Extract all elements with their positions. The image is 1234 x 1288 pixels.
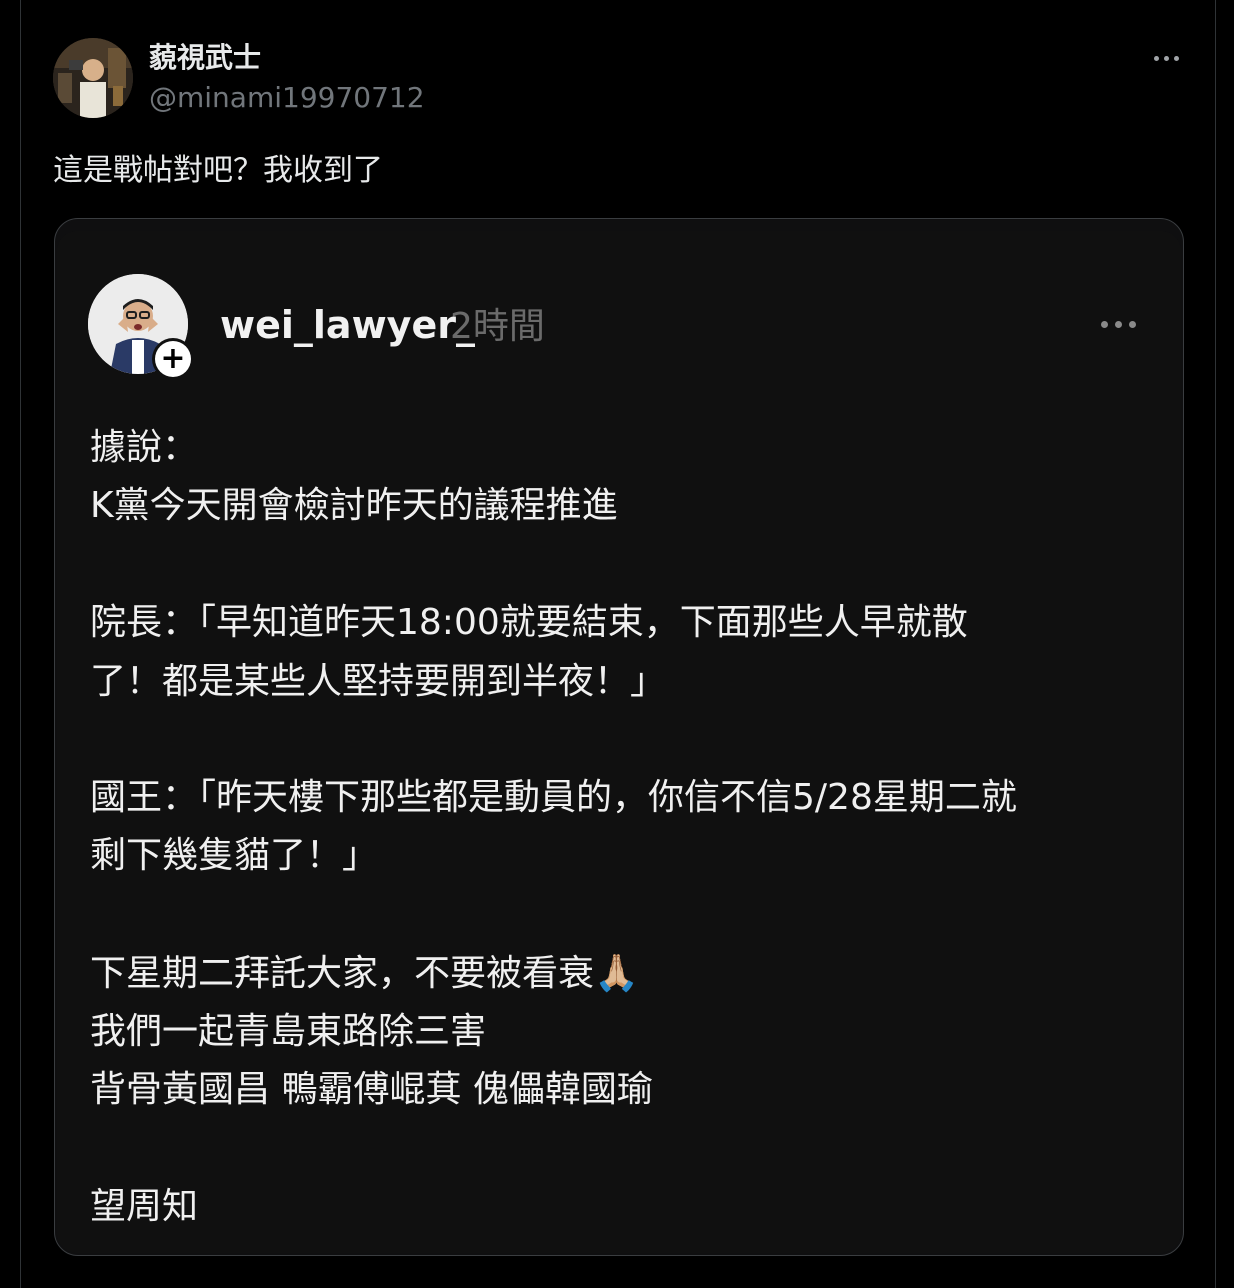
embedded-text-line: 背骨黃國昌 鴨霸傅崐萁 傀儡韓國瑜 <box>90 1069 653 1110</box>
embedded-username: wei_lawyer_ <box>220 303 475 347</box>
embedded-text-line: 據說： <box>90 427 199 468</box>
embedded-text-line: 我們一起青島東路除三害 <box>90 1011 487 1052</box>
embedded-text-line: 了！都是某些人堅持要開到半夜！」 <box>90 661 667 702</box>
embedded-timestamp: 2時間 <box>450 306 545 347</box>
embedded-text-line: 國王：「昨天樓下那些都是動員的，你信不信5/28星期二就 <box>90 777 1017 818</box>
embedded-text-line: K黨今天開會檢討昨天的議程推進 <box>90 485 618 526</box>
follow-button[interactable]: + <box>152 338 194 380</box>
more-horizontal-icon <box>1100 320 1136 328</box>
author-avatar[interactable] <box>53 38 133 118</box>
author-avatar-image <box>53 38 133 118</box>
embedded-text-line: 院長：「早知道昨天18:00就要結束，下面那些人早就散 <box>90 602 968 643</box>
embedded-text-line: 下星期二拜託大家，不要被看衰🙏🏼 <box>90 953 639 994</box>
author-handle[interactable]: @minami19970712 <box>149 80 425 116</box>
embedded-text-line: 望周知 <box>90 1186 199 1227</box>
embedded-text-line: 剩下幾隻貓了！」 <box>90 835 379 876</box>
more-horizontal-icon <box>1153 55 1179 61</box>
plus-icon: + <box>155 341 191 377</box>
post-more-button[interactable] <box>1142 42 1190 74</box>
author-display-name[interactable]: 藐視武士 <box>149 40 261 76</box>
embedded-more-button <box>1090 308 1146 340</box>
post-text: 這是戰帖對吧？我收到了 <box>53 153 383 188</box>
